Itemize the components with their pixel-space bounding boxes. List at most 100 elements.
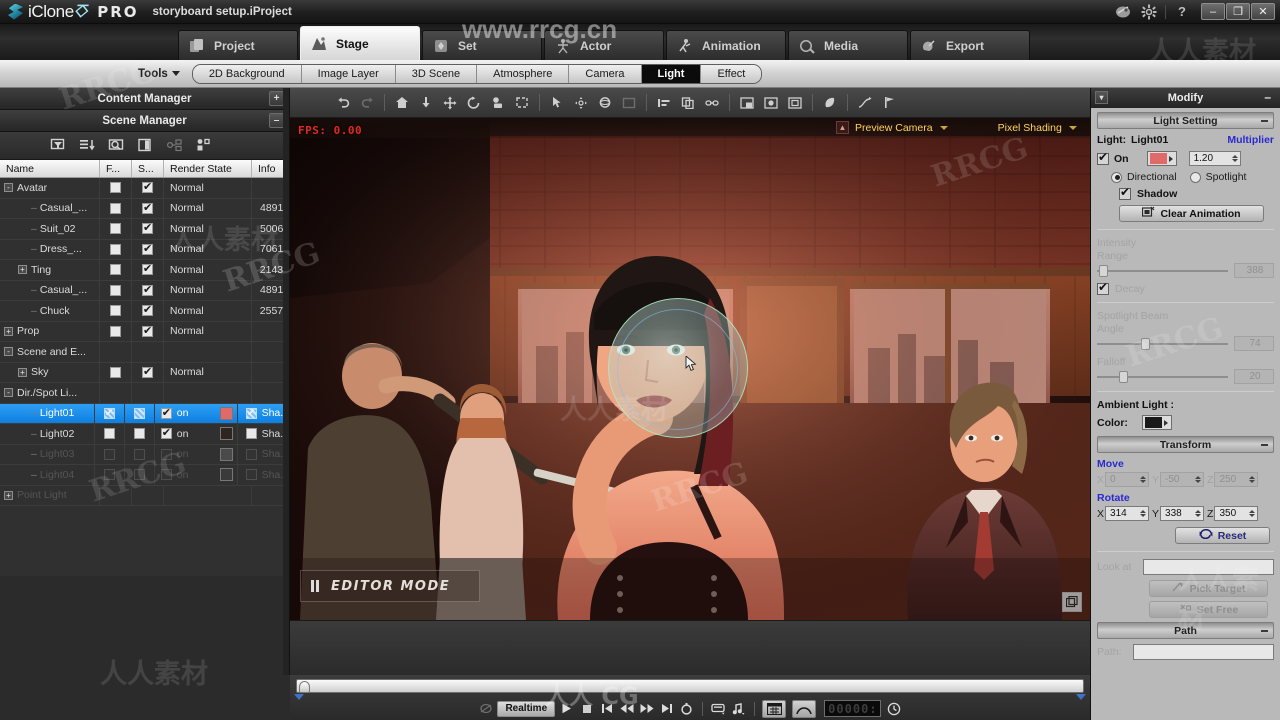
shadow-checkbox[interactable] — [1119, 185, 1131, 200]
maximize-button[interactable]: ❐ — [1226, 3, 1250, 20]
freeze-checkbox[interactable] — [109, 264, 121, 276]
transform-section-header[interactable]: Transform — [1097, 436, 1274, 453]
loop-button[interactable] — [678, 700, 695, 717]
show-checkbox[interactable] — [142, 180, 153, 194]
tab-export[interactable]: Export — [910, 30, 1030, 60]
align-icon[interactable] — [653, 92, 675, 114]
rotate-icon[interactable] — [463, 92, 485, 114]
freeze-checkbox[interactable] — [109, 305, 121, 317]
left-panel-scrollbar[interactable] — [283, 88, 289, 720]
light-enable-checkbox[interactable] — [160, 406, 172, 419]
leaf-icon[interactable] — [819, 92, 841, 114]
show-checkbox[interactable] — [133, 448, 145, 460]
freeze-checkbox[interactable] — [110, 223, 121, 235]
range-slider[interactable] — [1097, 264, 1228, 277]
group-icon[interactable] — [193, 136, 213, 156]
freeze-checkbox[interactable] — [110, 366, 121, 378]
camera-dropdown[interactable]: Preview Camera — [855, 122, 948, 134]
subtab-image-layer[interactable]: Image Layer — [301, 64, 396, 83]
light-setting-section-header[interactable]: Light Setting — [1097, 112, 1274, 129]
subtab-3d-scene[interactable]: 3D Scene — [395, 64, 478, 83]
show-checkbox[interactable] — [141, 303, 153, 317]
drop-to-floor-icon[interactable] — [415, 92, 437, 114]
duplicate-icon[interactable] — [677, 92, 699, 114]
move-x-input[interactable]: 0 — [1105, 472, 1150, 487]
multiplier-input[interactable]: 1.20 — [1188, 151, 1241, 166]
show-checkbox[interactable] — [142, 365, 153, 378]
subtab-effect[interactable]: Effect — [701, 64, 762, 83]
transform-gizmo-icon[interactable] — [570, 92, 592, 114]
show-checkbox[interactable] — [142, 242, 153, 255]
tab-stage[interactable]: Stage — [300, 26, 420, 60]
table-row[interactable]: – Light04 on Sha... — [0, 465, 289, 486]
expand-node-icon[interactable]: + — [4, 490, 13, 500]
panel-collapse-button[interactable]: ━ — [1265, 93, 1276, 103]
move-y-stepper[interactable] — [1195, 476, 1202, 483]
light-color-swatch[interactable] — [219, 468, 233, 482]
show-checkbox[interactable] — [133, 407, 145, 419]
show-checkbox[interactable] — [142, 324, 153, 337]
move-x-stepper[interactable] — [1140, 476, 1147, 483]
show-checkbox[interactable] — [142, 221, 153, 235]
shadow-checkbox[interactable] — [245, 448, 257, 460]
screen-settings-icon[interactable] — [710, 700, 727, 717]
go-to-start-button[interactable] — [598, 700, 615, 717]
search-icon[interactable] — [106, 136, 126, 156]
freeze-checkbox[interactable] — [110, 325, 121, 337]
timeline-button[interactable] — [762, 699, 787, 718]
content-manager-expand-button[interactable]: + — [269, 91, 284, 106]
freeze-checkbox[interactable] — [110, 284, 121, 296]
rotate-z-input[interactable]: 350 — [1214, 506, 1259, 521]
reset-transform-button[interactable]: Reset — [1175, 527, 1270, 544]
show-checkbox[interactable] — [133, 469, 145, 481]
table-row[interactable]: –Light02 on Sha... — [0, 424, 289, 445]
table-row[interactable]: –ChuckNormal25578 — [0, 301, 289, 322]
table-row[interactable]: - Scene and E... — [0, 342, 289, 363]
subtab-atmosphere[interactable]: Atmosphere — [477, 64, 570, 83]
timecode-display[interactable]: 0 0 0 0 0 : — [824, 700, 881, 717]
column-header-f[interactable]: F... — [100, 160, 132, 177]
table-row[interactable]: - Dir./Spot Li... — [0, 383, 289, 404]
viewport-layout-button[interactable]: ▲ — [836, 121, 849, 134]
pick-icon[interactable] — [546, 92, 568, 114]
move-y-input[interactable]: -50 — [1160, 472, 1205, 487]
table-row[interactable]: + Prop Normal — [0, 321, 289, 342]
freeze-checkbox[interactable] — [103, 469, 115, 481]
scene-tree[interactable]: -AvatarNormal–Casual_...Normal4891–Suit_… — [0, 178, 289, 576]
multiplier-stepper[interactable] — [1231, 155, 1238, 162]
light-enable-checkbox[interactable] — [160, 469, 172, 481]
scale-icon[interactable] — [487, 92, 509, 114]
sort-icon[interactable] — [77, 136, 97, 156]
light-color-swatch-button[interactable] — [1146, 151, 1177, 166]
select-box-icon[interactable] — [511, 92, 533, 114]
collapse-node-icon[interactable]: - — [4, 388, 13, 398]
light-manipulator-gizmo[interactable] — [608, 298, 748, 438]
path-section-header[interactable]: Path — [1097, 622, 1274, 639]
tools-menu-button[interactable]: Tools — [138, 68, 180, 80]
column-icon[interactable] — [135, 136, 155, 156]
flag-icon[interactable] — [878, 92, 900, 114]
path-input[interactable] — [1133, 644, 1274, 660]
play-button[interactable] — [558, 700, 575, 717]
light-color-swatch[interactable] — [219, 427, 233, 441]
directional-radio[interactable] — [1111, 171, 1122, 183]
filter-icon[interactable] — [48, 136, 68, 156]
go-to-end-button[interactable] — [658, 700, 675, 717]
shading-dropdown[interactable]: Pixel Shading — [998, 122, 1077, 134]
falloff-slider[interactable] — [1097, 370, 1228, 383]
freeze-checkbox[interactable] — [103, 448, 115, 460]
subtab-light[interactable]: Light — [641, 64, 702, 83]
rotate-x-input[interactable]: 314 — [1105, 506, 1150, 521]
home-icon[interactable] — [391, 92, 413, 114]
collapse-node-icon[interactable]: - — [4, 347, 13, 357]
ambient-color-swatch-button[interactable] — [1141, 415, 1172, 430]
collapse-node-icon[interactable]: - — [4, 183, 13, 193]
move-z-input[interactable]: 250 — [1214, 472, 1259, 487]
subtab-2d-background[interactable]: 2D Background — [192, 64, 302, 83]
preview-window-icon[interactable] — [736, 92, 758, 114]
help-icon[interactable]: ? — [1169, 1, 1195, 23]
path-icon[interactable] — [854, 92, 876, 114]
plugin-icon[interactable] — [1110, 1, 1136, 23]
table-row[interactable]: –Casual_... Normal 4891 — [0, 198, 289, 219]
minimize-button[interactable]: – — [1201, 3, 1225, 20]
